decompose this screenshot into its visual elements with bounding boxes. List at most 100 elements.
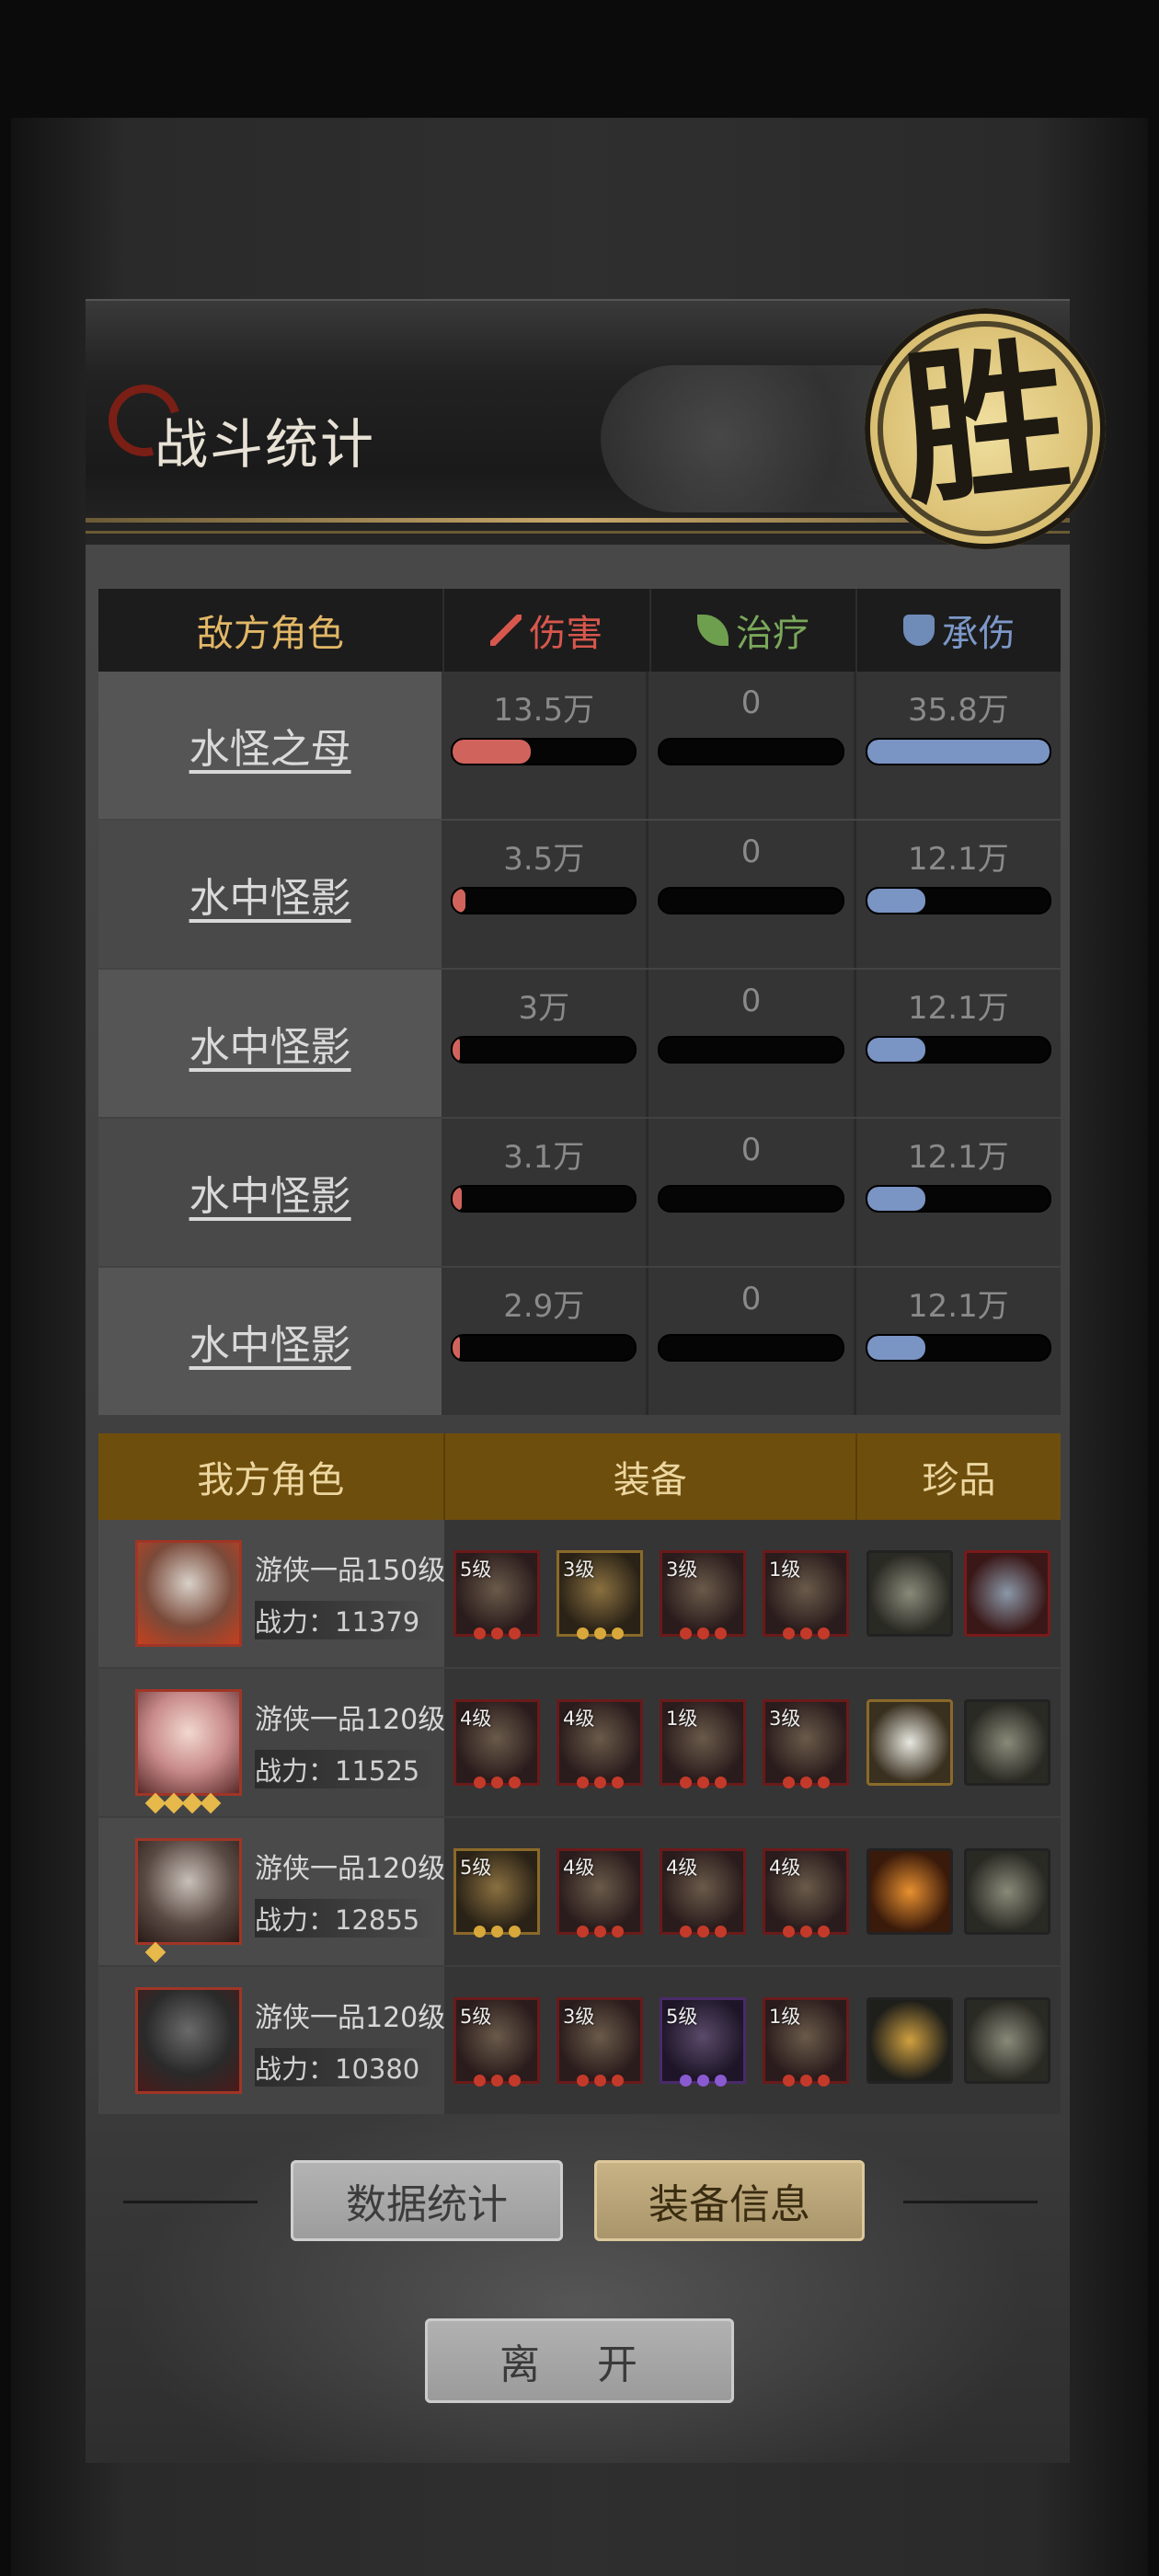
equipment-cell: 5级 3级 3级 1级 [444, 1520, 856, 1667]
treasure-cell [856, 1520, 1061, 1667]
equipment-slot[interactable]: 5级 [453, 1848, 540, 1938]
refine-pips [765, 1926, 846, 1938]
shield-icon [902, 615, 935, 646]
equipment-slot[interactable]: 3级 [557, 1997, 643, 2087]
equipment-level: 5级 [460, 2006, 492, 2028]
damage-value: 3万 [518, 990, 570, 1027]
ally-info: 游侠一品120级战力：11525 [98, 1669, 446, 1816]
ally-row: 游侠一品150级 战力：11379 5级 3级 3级 1级 [98, 1520, 1061, 1667]
data-stats-button[interactable]: 数据统计 [291, 2160, 563, 2241]
refine-pip [696, 1777, 709, 1788]
bowl-icon[interactable] [964, 1699, 1050, 1786]
hairpin-icon[interactable] [866, 1997, 953, 2084]
ally-class-level: 游侠一品120级 [255, 1704, 446, 1736]
enemy-table-header: 敌方角色 伤害 治疗 承伤 [98, 589, 1061, 672]
avatar[interactable] [135, 1987, 242, 2094]
enemy-role-header: 敌方角色 [196, 613, 344, 655]
tank-bar-fill [866, 889, 926, 913]
equipment-slot[interactable]: 3级 [557, 1550, 643, 1639]
refine-pip [490, 1777, 503, 1788]
refine-pips [662, 1926, 743, 1938]
tank-cell: 12.1万 [853, 821, 1061, 968]
enemy-name-link[interactable]: 水中怪影 [98, 970, 442, 1117]
damage-cell: 3.5万 [442, 821, 647, 968]
tank-bar [865, 1036, 1052, 1064]
equipment-slot[interactable]: 5级 [660, 1997, 746, 2087]
tank-bar [865, 887, 1052, 914]
leave-button[interactable]: 离 开 [425, 2318, 734, 2403]
equipment-level: 3级 [769, 1708, 801, 1730]
refine-pip [782, 2075, 795, 2087]
tank-bar-fill [866, 1336, 926, 1360]
damage-cell: 3.1万 [442, 1119, 647, 1266]
equipment-slot[interactable]: 5级 [453, 1550, 540, 1639]
equipment-info-button[interactable]: 装备信息 [594, 2160, 865, 2241]
enemy-row: 水中怪影 3.1万 0 12.1万 [98, 1119, 1061, 1266]
enemy-name-link[interactable]: 水中怪影 [98, 1119, 442, 1266]
refine-pip [782, 1926, 795, 1938]
refine-pip [817, 1777, 830, 1788]
equipment-slot[interactable]: 3级 [763, 1699, 849, 1788]
equipment-slot[interactable]: 1级 [763, 1997, 849, 2087]
damage-value: 2.9万 [503, 1288, 585, 1325]
refine-pip [714, 1777, 727, 1788]
refine-pip [611, 2075, 624, 2087]
ally-power: 战力：10380 [255, 2048, 439, 2087]
ally-row: 游侠一品120级 战力：11525 4级 4级 1级 3级 [98, 1669, 1061, 1816]
equipment-level: 3级 [563, 1558, 595, 1581]
heal-header: 治疗 [648, 589, 856, 672]
stone-icon[interactable] [964, 1550, 1050, 1637]
refine-pips [662, 1777, 743, 1788]
jade-rabbit-icon[interactable] [866, 1699, 953, 1786]
avatar[interactable] [135, 1838, 242, 1945]
refine-pip [593, 1777, 606, 1788]
refine-pip [799, 1926, 812, 1938]
refine-pip [576, 2075, 589, 2087]
equipment-slot[interactable]: 1级 [660, 1699, 746, 1788]
refine-pip [473, 2075, 486, 2087]
tank-value: 12.1万 [908, 1139, 1009, 1176]
heal-cell: 0 [646, 821, 854, 968]
refine-pip [593, 1627, 606, 1639]
heal-cell: 0 [646, 1268, 854, 1415]
equipment-cell: 4级 4级 1级 3级 [444, 1669, 856, 1816]
avatar[interactable] [135, 1540, 242, 1647]
refine-pip [576, 1777, 589, 1788]
heal-value: 0 [740, 834, 762, 870]
refine-pips [765, 2075, 846, 2087]
amber-icon[interactable] [866, 1848, 953, 1935]
tank-bar-fill [866, 740, 1050, 764]
equipment-slot[interactable]: 4级 [763, 1848, 849, 1938]
ally-power: 战力：11525 [255, 1750, 439, 1788]
equipment-slot[interactable]: 4级 [557, 1848, 643, 1938]
damage-bar-fill [453, 889, 465, 913]
avatar[interactable] [135, 1689, 242, 1796]
divider-left [123, 2201, 258, 2203]
equipment-cell: 5级 3级 5级 1级 [444, 1967, 856, 2114]
tank-bar [865, 1185, 1052, 1213]
refine-pip [576, 1627, 589, 1639]
refine-pip [679, 1777, 692, 1788]
equipment-slot[interactable]: 4级 [453, 1699, 540, 1788]
refine-pip [490, 2075, 503, 2087]
equipment-slot[interactable]: 1级 [763, 1550, 849, 1639]
tank-bar [865, 1334, 1052, 1362]
ally-class-level: 游侠一品150级 [255, 1555, 446, 1587]
enemy-name-link[interactable]: 水中怪影 [98, 821, 442, 968]
treasure-cell [856, 1669, 1061, 1816]
refine-pips [765, 1627, 846, 1639]
enemy-name-link[interactable]: 水怪之母 [98, 672, 442, 819]
equipment-slot[interactable]: 5级 [453, 1997, 540, 2087]
heal-bar [658, 1185, 844, 1213]
refine-pip [799, 1627, 812, 1639]
enemy-name-link[interactable]: 水中怪影 [98, 1268, 442, 1415]
comb-icon[interactable] [964, 1997, 1050, 2084]
equipment-slot[interactable]: 4级 [557, 1699, 643, 1788]
equipment-slot[interactable]: 3级 [660, 1550, 746, 1639]
refine-pip [817, 2075, 830, 2087]
equipment-level: 4级 [563, 1708, 595, 1730]
comb-icon[interactable] [866, 1550, 953, 1637]
mushroom-icon[interactable] [964, 1848, 1050, 1935]
equipment-slot[interactable]: 4级 [660, 1848, 746, 1938]
leaf-icon [696, 615, 729, 646]
